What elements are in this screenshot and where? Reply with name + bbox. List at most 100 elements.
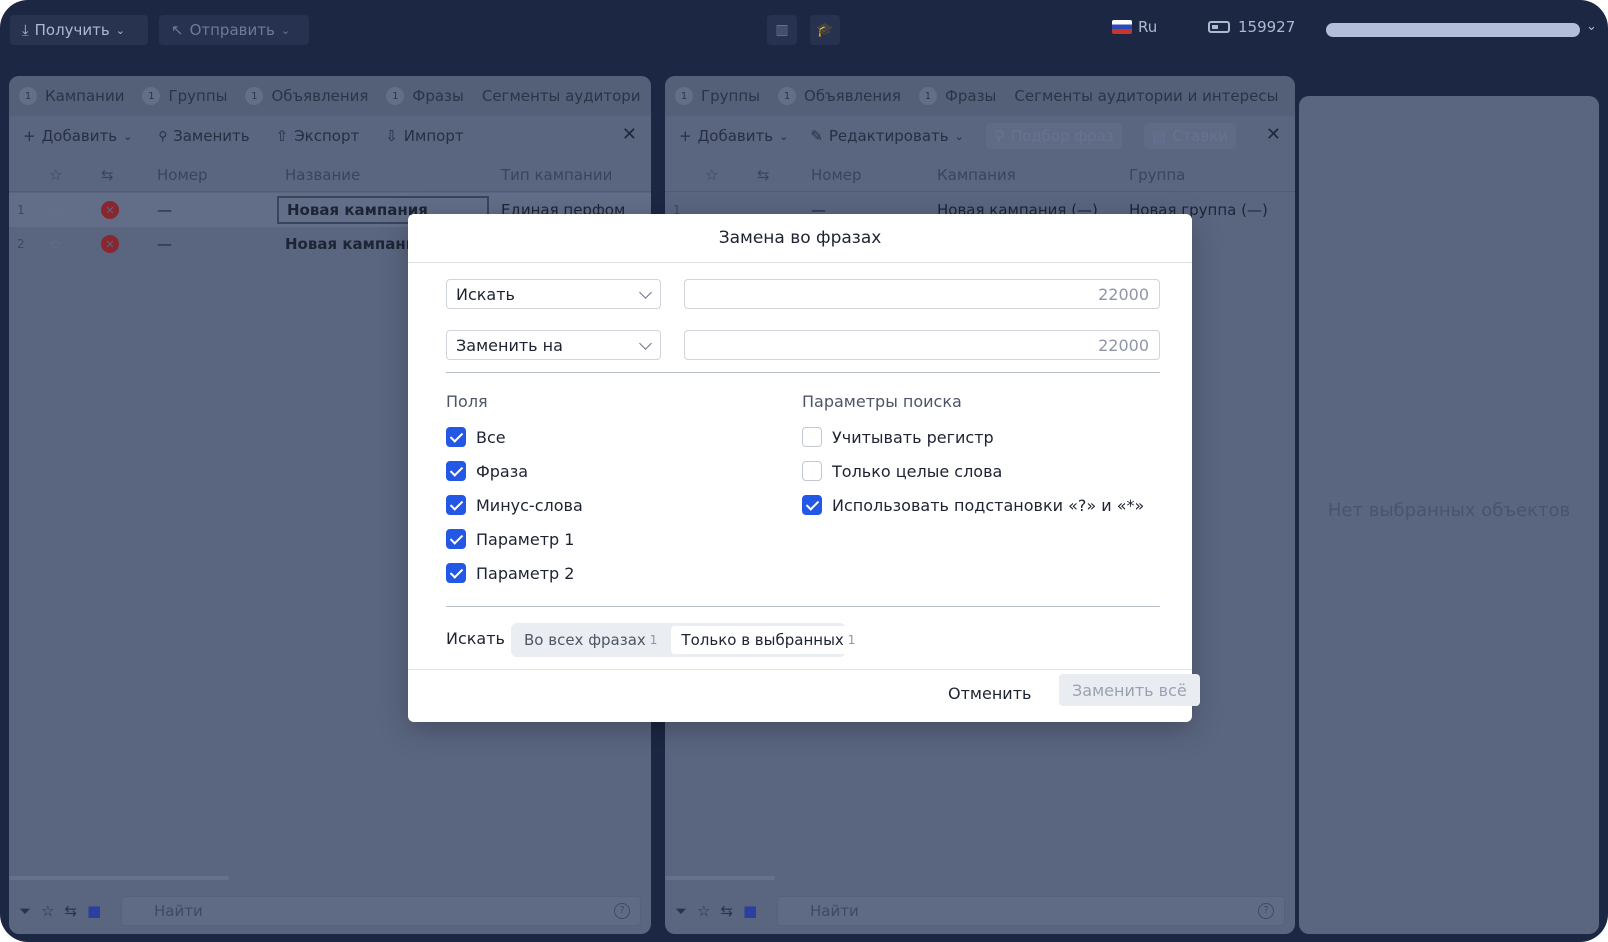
star-icon[interactable]: ☆ — [49, 235, 62, 253]
add-button[interactable]: + Добавить ⌄ — [23, 127, 132, 145]
table-header: ☆ ⇆ Номер Кампания Группа — [665, 158, 1295, 192]
export-button[interactable]: ⇧ Экспорт — [276, 127, 360, 145]
star-icon[interactable]: ☆ — [697, 902, 710, 920]
checkbox-unchecked-icon[interactable] — [802, 427, 822, 447]
sync-arrows-icon[interactable]: ⇆ — [720, 902, 733, 920]
education-icon[interactable]: 🎓 — [810, 15, 840, 45]
tab-phrases[interactable]: 1 Фразы — [918, 87, 996, 105]
add-button[interactable]: + Добавить ⌄ — [679, 127, 788, 145]
wildcards-checkbox[interactable]: Использовать подстановки «?» и «*» — [802, 494, 1144, 516]
horizontal-scrollbar[interactable] — [665, 876, 775, 880]
horizontal-scrollbar[interactable] — [9, 876, 229, 880]
column-campaign[interactable]: Кампания — [937, 166, 1016, 184]
tab-audience-segments[interactable]: Сегменты аудитории и интересы — [1014, 87, 1278, 105]
search-input[interactable]: Найти ? — [777, 896, 1285, 926]
send-button[interactable]: ↖ Отправить ⌄ — [159, 15, 309, 45]
tab-ads[interactable]: 1 Объявления — [245, 87, 368, 105]
sync-arrows-icon[interactable]: ⇆ — [757, 166, 770, 184]
checkbox-unchecked-icon[interactable] — [802, 461, 822, 481]
filter-icon[interactable]: ⏷ — [675, 902, 687, 920]
close-icon[interactable]: ✕ — [1266, 124, 1281, 145]
column-group[interactable]: Группа — [1129, 166, 1185, 184]
checkbox-checked-icon[interactable] — [446, 529, 466, 549]
search-scope-toggle: Во всех фразах 1 Только в выбранных 1 — [511, 623, 866, 657]
russian-flag-icon — [1112, 20, 1132, 34]
replace-value-input[interactable]: 22000 — [684, 330, 1160, 360]
chevron-down-icon — [639, 286, 652, 299]
replace-button[interactable]: ⚲ Заменить — [158, 127, 249, 145]
balance-indicator[interactable]: 159927 — [1208, 18, 1295, 36]
checkbox-checked-icon[interactable] — [446, 427, 466, 447]
checkbox-checked-icon[interactable] — [802, 495, 822, 515]
replace-all-button[interactable]: Заменить всё — [1059, 674, 1200, 706]
search-value-input[interactable]: 22000 — [684, 279, 1160, 309]
layout-icon[interactable]: ▥ — [767, 15, 797, 45]
star-icon[interactable]: ☆ — [41, 902, 54, 920]
tab-groups[interactable]: 1 Группы — [675, 87, 760, 105]
phrase-selection-button[interactable]: ⚲ Подбор фраз — [985, 123, 1122, 149]
help-icon[interactable]: ? — [614, 903, 630, 919]
battery-icon — [1208, 21, 1230, 33]
tab-phrases[interactable]: 1 Фразы — [386, 87, 464, 105]
database-icon[interactable]: ■ — [743, 902, 757, 920]
sync-arrows-icon[interactable]: ⇆ — [101, 166, 114, 184]
whole-words-checkbox[interactable]: Только целые слова — [802, 460, 1002, 482]
scope-label: Искать — [446, 629, 505, 648]
fields-title: Поля — [446, 392, 488, 411]
tab-campaigns[interactable]: 1 Кампании — [19, 87, 124, 105]
user-account-bar[interactable] — [1326, 23, 1580, 37]
field-all-checkbox[interactable]: Все — [446, 426, 506, 448]
column-number[interactable]: Номер — [811, 166, 862, 184]
tab-ads[interactable]: 1 Объявления — [778, 87, 901, 105]
database-icon[interactable]: ■ — [87, 902, 101, 920]
filter-icon[interactable]: ⏷ — [19, 902, 31, 920]
scope-selected-only[interactable]: Только в выбранных 1 — [671, 626, 866, 654]
table-header: ☆ ⇆ Номер Название Тип кампании — [9, 158, 651, 192]
column-name[interactable]: Название — [285, 166, 360, 184]
search-input[interactable]: Найти ? — [121, 896, 641, 926]
star-icon[interactable]: ☆ — [705, 166, 718, 184]
case-sensitive-checkbox[interactable]: Учитывать регистр — [802, 426, 994, 448]
divider — [408, 669, 1192, 670]
field-param1-checkbox[interactable]: Параметр 1 — [446, 528, 574, 550]
import-button[interactable]: ⇩ Импорт — [385, 127, 463, 145]
close-icon[interactable]: ✕ — [622, 124, 637, 145]
divider — [446, 606, 1160, 607]
middle-actions: + Добавить ⌄ ✎ Редактировать ⌄ ⚲ Подбор фраз … — [665, 116, 1295, 156]
campaign-name-cell[interactable]: Новая кампания — [285, 235, 426, 253]
tab-audience-segments[interactable]: Сегменты аудитори — [482, 87, 641, 105]
field-minus-words-checkbox[interactable]: Минус-слова — [446, 494, 583, 516]
checkbox-checked-icon[interactable] — [446, 563, 466, 583]
checkbox-checked-icon[interactable] — [446, 461, 466, 481]
tab-groups[interactable]: 1 Группы — [142, 87, 227, 105]
plus-icon: + — [23, 127, 36, 145]
divider — [446, 372, 1160, 373]
column-number[interactable]: Номер — [157, 166, 208, 184]
help-icon[interactable]: ? — [1258, 903, 1274, 919]
language-selector[interactable]: Ru — [1112, 18, 1157, 36]
sync-arrows-icon[interactable]: ⇆ — [64, 902, 77, 920]
middle-tabs: 1 Группы 1 Объявления 1 Фразы Сегменты ауди… — [665, 76, 1295, 116]
bids-button[interactable]: ▤ Ставки — [1143, 123, 1237, 149]
get-button[interactable]: ⤓ Получить ⌄ — [10, 15, 148, 45]
field-param2-checkbox[interactable]: Параметр 2 — [446, 562, 574, 584]
scope-all-phrases[interactable]: Во всех фразах 1 — [514, 626, 667, 654]
edit-button[interactable]: ✎ Редактировать ⌄ — [810, 127, 964, 145]
star-icon[interactable]: ☆ — [49, 201, 62, 219]
chevron-down-icon[interactable]: ⌄ — [1586, 19, 1597, 34]
left-tabs: 1 Кампании 1 Группы 1 Объявления 1 Фразы Сег… — [9, 76, 651, 116]
details-panel: Нет выбранных объектов — [1299, 96, 1599, 934]
app-window: ⤓ Получить ⌄ ↖ Отправить ⌄ ▥ 🎓 Ru 159927… — [0, 0, 1608, 942]
checkbox-checked-icon[interactable] — [446, 495, 466, 515]
magic-wand-icon: ⚲ — [993, 127, 1005, 145]
cancel-button[interactable]: Отменить — [948, 684, 1031, 703]
star-icon[interactable]: ☆ — [49, 166, 62, 184]
field-phrase-checkbox[interactable]: Фраза — [446, 460, 528, 482]
search-mode-select[interactable]: Искать — [446, 279, 661, 309]
download-icon: ⇩ — [385, 127, 398, 145]
column-campaign-type[interactable]: Тип кампании — [501, 166, 612, 184]
error-status-icon: ✕ — [101, 201, 119, 219]
replace-mode-select[interactable]: Заменить на — [446, 330, 661, 360]
chevron-down-icon — [639, 337, 652, 350]
error-status-icon: ✕ — [101, 235, 119, 253]
